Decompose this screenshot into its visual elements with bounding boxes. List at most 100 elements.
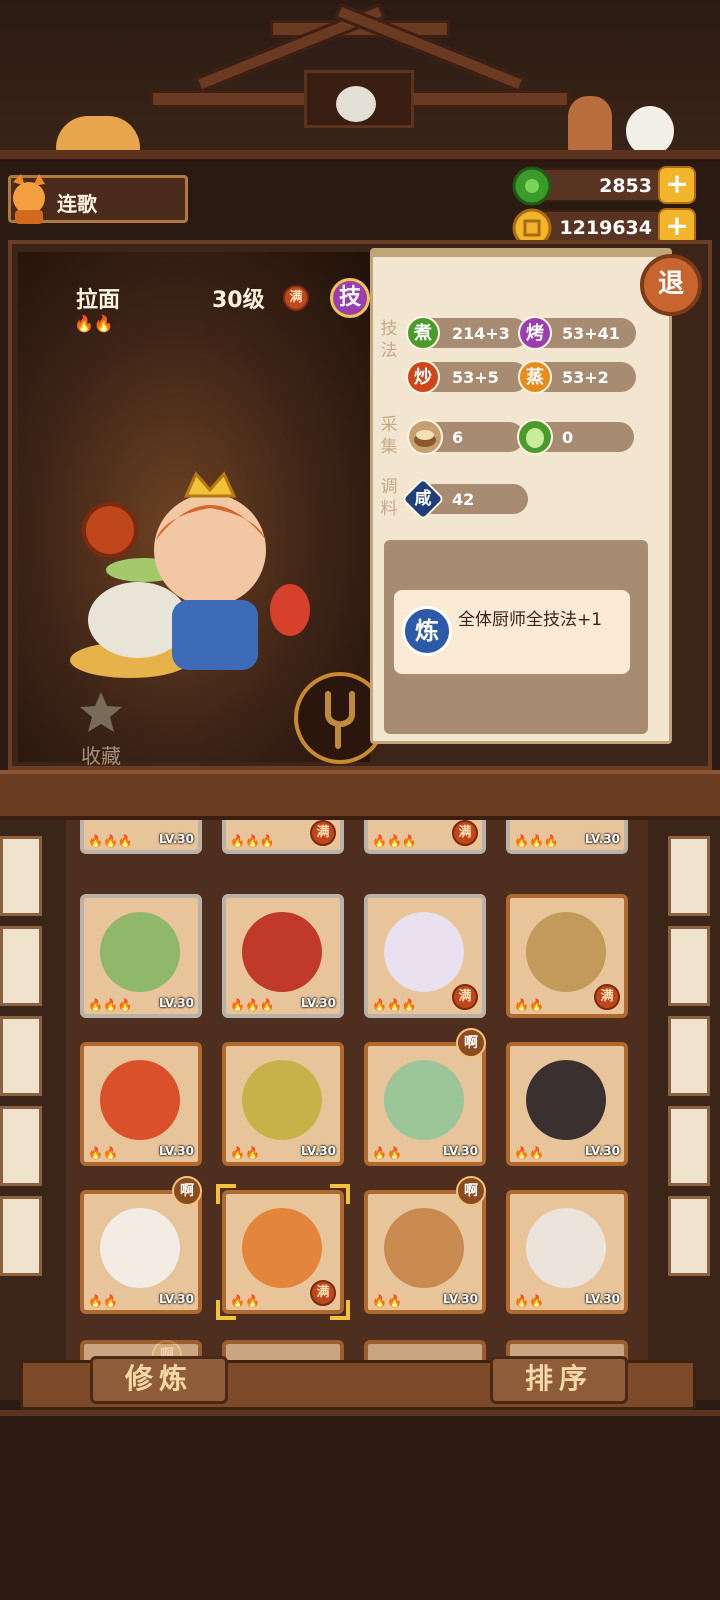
chef-face [384, 912, 464, 992]
salty-icon: 咸 [414, 489, 432, 509]
chef-face [526, 1060, 606, 1140]
player-name: 连歌 [57, 192, 97, 216]
card-flames: 🔥🔥🔥 [514, 834, 559, 848]
chef-face [526, 912, 606, 992]
card-level: LV.30 [585, 832, 620, 846]
chef-card[interactable]: 🔥🔥 满 [506, 894, 628, 1018]
side-window [0, 836, 42, 916]
card-level: LV.30 [301, 996, 336, 1010]
side-window [0, 926, 42, 1006]
chef-card[interactable]: 🔥🔥🔥 满 [364, 820, 486, 854]
stir-value: 53+5 [452, 368, 499, 387]
add-jade-button[interactable]: + [658, 166, 696, 204]
ah-badge: 啊 [456, 1028, 486, 1058]
chef-decoration-icon [568, 96, 612, 154]
fox-chef-icon [13, 174, 45, 224]
chef-card[interactable]: 🔥🔥 LV.30 [506, 1190, 628, 1314]
chef-face [100, 1208, 180, 1288]
selection-corner [216, 1300, 236, 1320]
chef-face [384, 1208, 464, 1288]
chef-card[interactable]: 🔥🔥🔥 满 [222, 820, 344, 854]
card-full-badge: 满 [594, 984, 620, 1010]
gather-label: 采集 [380, 415, 398, 457]
refine-icon: 炼 [402, 606, 452, 656]
chef-face [100, 912, 180, 992]
veg-value: 0 [562, 428, 574, 447]
card-level: LV.30 [159, 1292, 194, 1306]
side-window [668, 926, 710, 1006]
card-level: LV.30 [159, 1144, 194, 1158]
chef-card[interactable]: 🔥🔥🔥 满 [364, 894, 486, 1018]
technique-label: 技法 [380, 319, 398, 361]
card-level: LV.30 [443, 1144, 478, 1158]
ah-badge: 啊 [172, 1176, 202, 1206]
player-name-plate[interactable]: 连歌 [8, 174, 188, 224]
coin-counter: 1219634 + [512, 208, 696, 248]
train-button[interactable]: 修炼 [90, 1356, 228, 1404]
chef-card[interactable]: 🔥🔥 LV.30 [80, 1042, 202, 1166]
chef-face [384, 1060, 464, 1140]
salty-value: 42 [452, 490, 475, 509]
grain-value: 6 [452, 428, 464, 447]
card-flames: 🔥🔥🔥 [88, 998, 133, 1012]
card-flames: 🔥🔥🔥 [372, 834, 417, 848]
card-flames: 🔥🔥 [514, 1294, 544, 1308]
skill-button[interactable]: 技 [330, 278, 370, 318]
card-flames: 🔥🔥 [514, 998, 544, 1012]
chef-face [100, 1060, 180, 1140]
card-flames: 🔥🔥 [88, 1294, 118, 1308]
chef-card[interactable]: 🔥🔥 LV.30 [364, 1042, 486, 1166]
card-flames: 🔥🔥🔥 [230, 834, 275, 848]
heat-flames: 🔥🔥 [74, 314, 114, 333]
card-level: LV.30 [301, 1144, 336, 1158]
side-window [0, 1016, 42, 1096]
chef-face [242, 912, 322, 992]
roof-banner [0, 0, 720, 160]
card-flames: 🔥🔥 [372, 1294, 402, 1308]
card-flames: 🔥🔥 [88, 1146, 118, 1160]
floor [0, 1410, 720, 1600]
cook-value: 214+3 [452, 324, 510, 343]
chef-card[interactable]: 🔥🔥 LV.30 [222, 1042, 344, 1166]
selection-corner [216, 1184, 236, 1204]
raccoon-decoration-icon [336, 86, 376, 122]
chef-card[interactable]: 🔥🔥🔥 LV.30 [80, 894, 202, 1018]
chef-face [242, 1060, 322, 1140]
chef-card[interactable]: 🔥🔥🔥 LV.30 [506, 820, 628, 854]
side-window [0, 1106, 42, 1186]
chef-card[interactable]: 🔥🔥 满 [222, 1190, 344, 1314]
side-window [668, 1196, 710, 1276]
jade-counter: 2853 + [512, 166, 696, 206]
green-jade-icon [512, 166, 552, 206]
card-full-badge: 满 [452, 820, 478, 846]
card-flames: 🔥🔥🔥 [88, 834, 133, 848]
card-level: LV.30 [443, 1292, 478, 1306]
ah-badge: 啊 [456, 1176, 486, 1206]
chef-card[interactable]: 🔥🔥🔥 LV.30 [80, 820, 202, 854]
counter-bar [0, 770, 720, 820]
favorite-button[interactable]: 收藏 [76, 690, 126, 770]
card-flames: 🔥🔥 [514, 1146, 544, 1160]
card-level: LV.30 [585, 1144, 620, 1158]
chef-card[interactable]: 🔥🔥🔥 LV.30 [222, 894, 344, 1018]
grain-basket-icon [407, 419, 443, 455]
chef-card[interactable]: 🔥🔥 LV.30 [364, 1190, 486, 1314]
side-window [668, 836, 710, 916]
chef-portrait [70, 471, 310, 678]
top-shelf [0, 150, 720, 162]
chef-card[interactable]: 🔥🔥 LV.30 [506, 1042, 628, 1166]
chef-card[interactable]: 🔥🔥 LV.30 [80, 1190, 202, 1314]
card-level: LV.30 [585, 1292, 620, 1306]
roast-icon: 烤 [518, 316, 552, 350]
card-level: LV.30 [159, 832, 194, 846]
full-badge: 满 [283, 285, 309, 311]
selection-corner [330, 1184, 350, 1204]
roast-value: 53+41 [562, 324, 620, 343]
chef-level: 30级 [212, 288, 265, 313]
side-window [668, 1016, 710, 1096]
chef-dish-name: 拉面 [76, 288, 121, 313]
chef-roster-grid[interactable]: 🔥🔥🔥 LV.30 🔥🔥🔥 满 🔥🔥🔥 满 🔥🔥🔥 LV.30 🔥🔥🔥 LV.30… [66, 820, 648, 1380]
sort-button[interactable]: 排序 [490, 1356, 628, 1404]
exit-button[interactable]: 退 [640, 254, 702, 316]
steam-icon: 蒸 [518, 360, 552, 394]
